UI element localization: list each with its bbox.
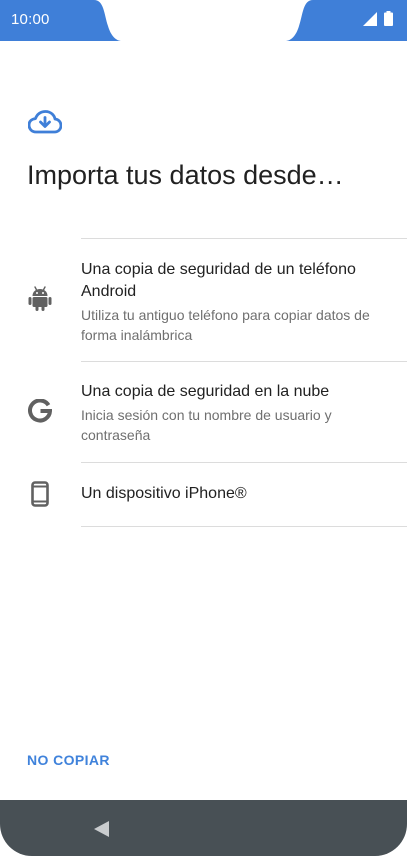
option-android-backup[interactable]: Una copia de seguridad de un teléfono An… (0, 239, 407, 361)
page-title: Importa tus datos desde… (27, 160, 344, 190)
option-subtitle: Utiliza tu antiguo teléfono para copiar … (81, 307, 370, 343)
status-bar-left: 10:00 (0, 0, 122, 41)
status-bar-right (285, 0, 407, 41)
option-title: Un dispositivo iPhone® (81, 485, 247, 502)
option-title: Una copia de seguridad de un teléfono An… (81, 261, 356, 300)
android-icon (27, 286, 53, 312)
back-triangle-icon[interactable] (92, 820, 110, 838)
phone-icon (27, 481, 53, 507)
option-iphone[interactable]: Un dispositivo iPhone® (0, 463, 407, 526)
divider (81, 526, 407, 527)
no-copy-button[interactable]: NO COPIAR (27, 752, 110, 768)
signal-icon (363, 11, 377, 26)
navigation-bar (0, 800, 407, 856)
option-title: Una copia de seguridad en la nube (81, 383, 330, 400)
status-time: 10:00 (11, 11, 50, 28)
cloud-download-icon (28, 110, 62, 134)
option-cloud-backup[interactable]: Una copia de seguridad en la nube Inicia… (0, 362, 407, 462)
option-subtitle: Inicia sesión con tu nombre de usuario y… (81, 407, 332, 443)
google-icon (27, 398, 53, 424)
battery-icon (384, 11, 393, 26)
